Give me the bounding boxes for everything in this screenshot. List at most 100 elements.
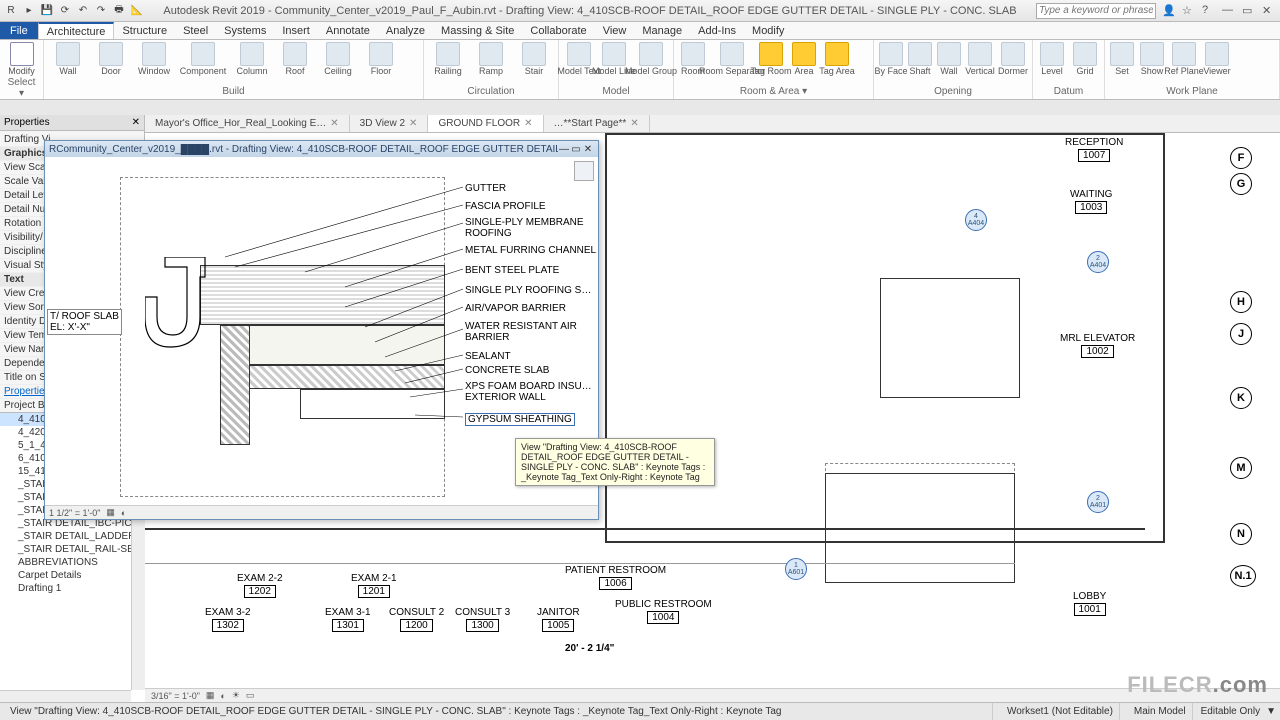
float-titlebar[interactable]: R Community_Center_v2019_████.rvt - Draf… (45, 141, 598, 157)
tab-insert[interactable]: Insert (274, 22, 318, 39)
tab-modify[interactable]: Modify (744, 22, 792, 39)
browser-item[interactable]: Carpet Details (0, 569, 145, 582)
keynote-selected[interactable]: GYPSUM SHEATHING (465, 413, 575, 426)
column-button[interactable]: Column (232, 42, 272, 76)
ramp-button[interactable]: Ramp (471, 42, 511, 76)
dormer-button[interactable]: Dormer (998, 42, 1028, 76)
panel-select[interactable]: Select ▾ (4, 76, 39, 101)
tab-massing[interactable]: Massing & Site (433, 22, 522, 39)
stair-button[interactable]: Stair (514, 42, 554, 76)
sync-icon[interactable]: ⟳ (58, 4, 72, 18)
close-palette-icon[interactable]: ✕ (132, 117, 140, 128)
keynote[interactable]: BENT STEEL PLATE (465, 265, 559, 276)
user-icon[interactable]: 👤 (1162, 4, 1176, 18)
help-icon[interactable]: ? (1202, 4, 1216, 18)
float-maximize-icon[interactable]: ▭ (570, 144, 582, 155)
door-button[interactable]: Door (91, 42, 131, 76)
keynote[interactable]: GUTTER (465, 183, 506, 194)
status-editable[interactable]: Editable Only (1201, 706, 1260, 717)
browser-item[interactable]: Drafting 1 (0, 582, 145, 595)
component-button[interactable]: Component (177, 42, 229, 76)
keynote[interactable]: AIR/VAPOR BARRIER (465, 303, 566, 314)
tab-steel[interactable]: Steel (175, 22, 216, 39)
grid-button[interactable]: Grid (1070, 42, 1100, 76)
minimize-icon[interactable]: — (1222, 4, 1236, 18)
keynote[interactable]: SINGLE PLY ROOFING S… (465, 285, 591, 296)
view-tab[interactable]: …**Start Page**✕ (544, 115, 650, 132)
model-group-button[interactable]: Model Group (633, 42, 669, 76)
view-tab[interactable]: 3D View 2✕ (350, 115, 429, 132)
browser-item[interactable]: _STAIR DETAIL_LADDER-S… (0, 530, 145, 543)
view-tab[interactable]: Mayor's Office_Hor_Real_Looking E…✕ (145, 115, 350, 132)
sun-path-icon[interactable]: ☀ (232, 690, 240, 701)
close-tab-icon[interactable]: ✕ (524, 118, 532, 129)
vertical-button[interactable]: Vertical (965, 42, 995, 76)
model-text-button[interactable]: Model Text (563, 42, 595, 76)
tab-collaborate[interactable]: Collaborate (522, 22, 594, 39)
browser-item[interactable]: ABBREVIATIONS (0, 556, 145, 569)
roof-button[interactable]: Roof (275, 42, 315, 76)
railing-button[interactable]: Railing (428, 42, 468, 76)
area-button[interactable]: Area (789, 42, 819, 76)
close-tab-icon[interactable]: ✕ (409, 118, 417, 129)
ceiling-button[interactable]: Ceiling (318, 42, 358, 76)
view-tab[interactable]: GROUND FLOOR✕ (428, 115, 543, 132)
shaft-button[interactable]: Shaft (907, 42, 933, 76)
status-mainmodel[interactable]: Main Model (1128, 703, 1193, 720)
set-button[interactable]: Set (1109, 42, 1135, 76)
wall-opening-button[interactable]: Wall (936, 42, 962, 76)
maximize-icon[interactable]: ▭ (1242, 4, 1256, 18)
float-minimize-icon[interactable]: — (558, 144, 570, 155)
status-workset[interactable]: Workset1 (Not Editable) (1001, 703, 1120, 720)
visual-style-icon[interactable]: ◐ (220, 691, 225, 701)
keynote[interactable]: WATER RESISTANT AIR BARRIER (465, 321, 595, 343)
level-button[interactable]: Level (1037, 42, 1067, 76)
close-tab-icon[interactable]: ✕ (630, 118, 638, 129)
crop-icon[interactable]: ▭ (246, 690, 255, 701)
close-tab-icon[interactable]: ✕ (330, 118, 338, 129)
keynote[interactable]: FASCIA PROFILE (465, 201, 546, 212)
file-tab[interactable]: File (0, 22, 38, 39)
tab-view[interactable]: View (595, 22, 635, 39)
visual-style-icon[interactable]: ◐ (121, 508, 126, 518)
search-input[interactable] (1036, 3, 1156, 19)
keynote[interactable]: SEALANT (465, 351, 511, 362)
viewer-button[interactable]: Viewer (1202, 42, 1232, 76)
tab-systems[interactable]: Systems (216, 22, 274, 39)
detail-level-icon[interactable]: ▦ (106, 507, 115, 518)
keynote[interactable]: METAL FURRING CHANNEL (465, 245, 596, 256)
tab-addins[interactable]: Add-Ins (690, 22, 744, 39)
modify-button[interactable]: Modify (4, 42, 39, 76)
wall-button[interactable]: Wall (48, 42, 88, 76)
undo-icon[interactable]: ↶ (76, 4, 90, 18)
tag-room-button[interactable]: Tag Room (756, 42, 786, 76)
open-icon[interactable]: ▸ (22, 4, 36, 18)
room-separator-button[interactable]: Room Separator (711, 42, 753, 76)
keynote[interactable]: CONCRETE SLAB (465, 365, 549, 376)
by-face-button[interactable]: By Face (878, 42, 904, 76)
window-button[interactable]: Window (134, 42, 174, 76)
floor-button[interactable]: Floor (361, 42, 401, 76)
print-icon[interactable]: 🖶 (112, 4, 126, 18)
ref-plane-button[interactable]: Ref Plane (1169, 42, 1199, 76)
filter-icon[interactable]: ▼ (1266, 706, 1276, 717)
navigation-wheel-icon[interactable] (574, 161, 594, 181)
keynote[interactable]: XPS FOAM BOARD INSU… EXTERIOR WALL (465, 381, 595, 403)
tab-structure[interactable]: Structure (114, 22, 175, 39)
tab-manage[interactable]: Manage (634, 22, 690, 39)
keynote[interactable]: SINGLE-PLY MEMBRANE ROOFING (465, 217, 595, 239)
measure-icon[interactable]: 📐 (130, 4, 144, 18)
tag-area-button[interactable]: Tag Area (822, 42, 852, 76)
scale-display[interactable]: 3/16" = 1'-0" (151, 691, 200, 701)
float-close-icon[interactable]: ✕ (582, 144, 594, 155)
favorite-icon[interactable]: ☆ (1182, 4, 1196, 18)
tab-annotate[interactable]: Annotate (318, 22, 378, 39)
detail-level-icon[interactable]: ▦ (206, 690, 215, 701)
browser-hscroll[interactable] (0, 690, 131, 702)
show-button[interactable]: Show (1138, 42, 1166, 76)
redo-icon[interactable]: ↷ (94, 4, 108, 18)
tab-analyze[interactable]: Analyze (378, 22, 433, 39)
close-icon[interactable]: ✕ (1262, 4, 1276, 18)
save-icon[interactable]: 💾 (40, 4, 54, 18)
tab-architecture[interactable]: Architecture (38, 22, 115, 39)
